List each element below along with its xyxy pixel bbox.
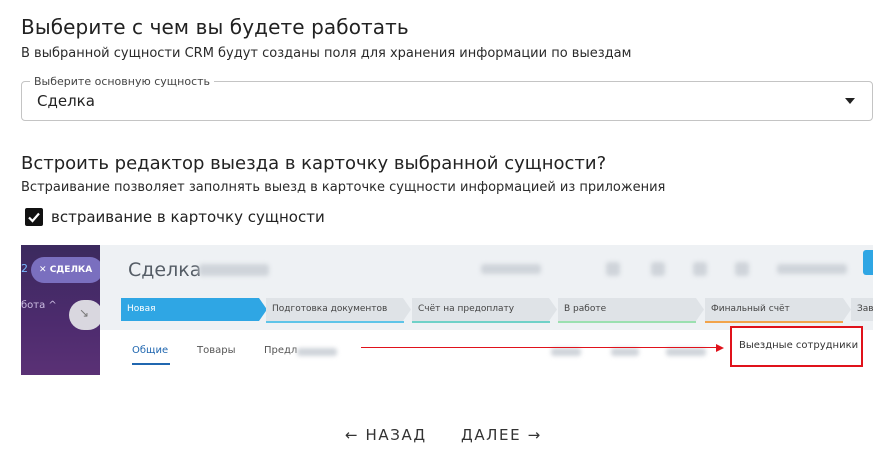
blurred-tab <box>666 348 706 356</box>
embed-preview-image: 2 ✕ СДЕЛКА бота ^ ↘ Сделка Новая Подгото… <box>21 245 873 375</box>
preview-header-accent <box>863 250 873 275</box>
blurred-header-detail <box>777 264 847 274</box>
preview-sidebar-button: ↘ <box>69 300 103 330</box>
entity-select-value[interactable]: Сделка <box>37 92 95 110</box>
preview-stage: В работе <box>558 298 704 321</box>
section-title: Выберите с чем вы будете работать <box>21 15 409 39</box>
embed-section-title: Встроить редактор выезда в карточку выбр… <box>21 153 607 174</box>
preview-deal-title: Сделка <box>128 259 202 281</box>
embed-section-subtitle: Встраивание позволяет заполнять выезд в … <box>21 180 666 195</box>
preview-stage: Новая <box>121 298 267 321</box>
blurred-header-detail <box>735 262 749 276</box>
embed-checkbox[interactable] <box>25 208 43 226</box>
blurred-header-detail <box>481 264 541 274</box>
preview-tab-underline <box>132 363 170 365</box>
preview-stage: Финальный счёт <box>705 298 851 321</box>
preview-tab-general: Общие <box>132 345 169 356</box>
entity-select-label: Выберите основную сущность <box>30 75 215 88</box>
preview-stage: Подготовка документов <box>266 298 411 321</box>
preview-stage-label: Финальный счёт <box>711 304 790 314</box>
preview-sidebar-text: бота ^ <box>21 300 57 311</box>
blurred-header-detail <box>606 262 620 276</box>
preview-stage-label: Новая <box>127 304 156 314</box>
stage-color-line <box>705 321 843 323</box>
preview-tab-offers: Предл <box>264 345 298 356</box>
preview-sidebar-pill: ✕ СДЕЛКА <box>31 257 103 283</box>
preview-sidebar-number: 2 <box>21 262 28 275</box>
arrow-down-right-icon: ↘ <box>79 306 90 320</box>
preview-stage: Зав <box>851 298 873 321</box>
blurred-tab <box>611 348 639 356</box>
triangle-down-icon[interactable] <box>845 98 855 104</box>
preview-sidebar-pill-label: СДЕЛКА <box>49 265 93 275</box>
section-subtitle: В выбранной сущности CRM будут созданы п… <box>21 46 632 61</box>
checkmark-icon <box>28 212 40 223</box>
blurred-header-detail <box>693 262 707 276</box>
preview-tab-products: Товары <box>197 345 236 356</box>
stage-color-line <box>412 321 550 323</box>
next-button[interactable]: ДАЛЕЕ → <box>461 426 542 444</box>
stage-color-line <box>266 321 404 323</box>
preview-stage-label: Зав <box>857 304 873 314</box>
highlighted-tab-box: Выездные сотрудники <box>730 326 863 367</box>
embed-checkbox-label[interactable]: встраивание в карточку сущности <box>51 208 325 226</box>
preview-stage-label: Счёт на предоплату <box>418 304 515 314</box>
preview-stage-label: В работе <box>564 304 607 314</box>
blurred-tab <box>551 348 581 356</box>
arrow-line <box>361 347 718 348</box>
preview-stage-label: Подготовка документов <box>272 304 388 314</box>
back-button[interactable]: ← НАЗАД <box>345 426 427 444</box>
blurred-header-detail <box>199 264 269 276</box>
stage-color-line <box>558 321 696 323</box>
highlighted-tab-label: Выездные сотрудники <box>739 340 859 351</box>
preview-stage: Счёт на предоплату <box>412 298 557 321</box>
arrow-right-icon <box>716 344 724 352</box>
blurred-header-detail <box>651 262 665 276</box>
blurred-tab <box>297 348 337 356</box>
